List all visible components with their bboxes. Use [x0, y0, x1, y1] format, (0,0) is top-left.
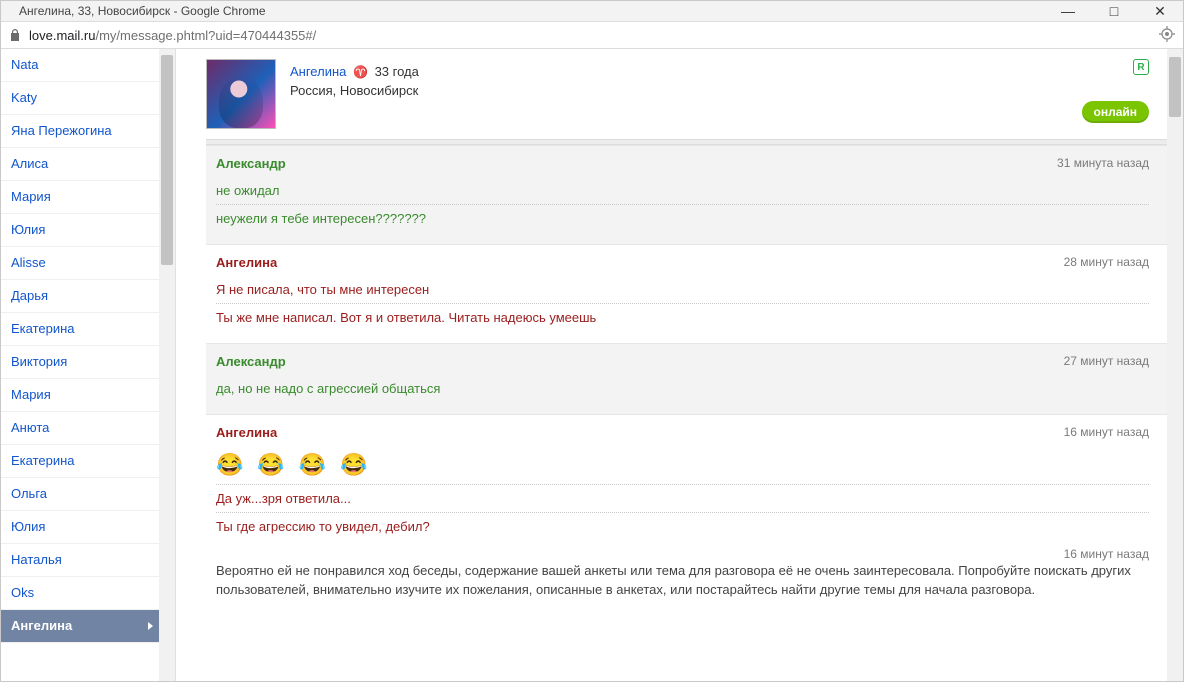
close-button[interactable]: ✕ — [1137, 1, 1183, 21]
profile-name-link[interactable]: Ангелина — [290, 64, 346, 79]
sidebar-item[interactable]: Nata — [1, 49, 159, 82]
sidebar-item[interactable]: Анюта — [1, 412, 159, 445]
profile-header: Ангелина ♈ 33 года Россия, Новосибирск R… — [206, 49, 1167, 139]
url-path: /my/message.phtml?uid=470444355#/ — [95, 28, 316, 43]
sidebar-item[interactable]: Юлия — [1, 511, 159, 544]
main-panel: Ангелина ♈ 33 года Россия, Новосибирск R… — [176, 49, 1183, 681]
main-scrollbar[interactable] — [1167, 49, 1183, 681]
conversation-thread[interactable]: Ангелина ♈ 33 года Россия, Новосибирск R… — [176, 49, 1167, 681]
message-sender: Александр — [216, 354, 1149, 369]
message: Ангелина28 минут назад Я не писала, что т… — [206, 245, 1167, 343]
profile-meta: Ангелина ♈ 33 года Россия, Новосибирск — [290, 59, 419, 101]
sidebar-item[interactable]: Katy — [1, 82, 159, 115]
lock-icon — [9, 28, 21, 42]
sidebar-item[interactable]: Alisse — [1, 247, 159, 280]
sidebar-item[interactable]: Виктория — [1, 346, 159, 379]
emoji-row: 😂😂😂😂 — [216, 446, 1149, 484]
window-controls: — □ ✕ — [1045, 1, 1183, 21]
message-line: неужели я тебе интересен??????? — [216, 204, 1149, 232]
message-line: Ты где агрессию то увидел, дебил? — [216, 512, 1149, 540]
location-target-icon[interactable] — [1159, 26, 1175, 45]
sidebar-item[interactable]: Алиса — [1, 148, 159, 181]
message-body: да, но не надо с агрессией общаться — [216, 375, 1149, 402]
minimize-button[interactable]: — — [1045, 1, 1091, 21]
sidebar-item[interactable]: Екатерина — [1, 445, 159, 478]
message: Александр27 минут назад да, но не надо с … — [206, 343, 1167, 415]
message-body: 😂😂😂😂Да уж...зря ответила...Ты где агресс… — [216, 446, 1149, 540]
sidebar-item[interactable]: Ольга — [1, 478, 159, 511]
url-host: love.mail.ru — [29, 28, 95, 43]
sidebar-item[interactable]: Oks — [1, 577, 159, 610]
message-sender: Ангелина — [216, 425, 1149, 440]
avatar[interactable] — [206, 59, 276, 129]
profile-age: 33 года — [375, 64, 419, 79]
message-time: 27 минут назад — [1064, 354, 1149, 368]
profile-header-right: R онлайн — [1082, 59, 1150, 123]
sidebar-item[interactable]: Дарья — [1, 280, 159, 313]
message-line: Да уж...зря ответила... — [216, 484, 1149, 512]
message-time: 28 минут назад — [1064, 255, 1149, 269]
sidebar-item[interactable]: Яна Пережогина — [1, 115, 159, 148]
app-window: Ангелина, 33, Новосибирск - Google Chrom… — [0, 0, 1184, 682]
address-bar: love.mail.ru/my/message.phtml?uid=470444… — [1, 21, 1183, 49]
messages-container: Александр31 минута назадне ожидалнеужели… — [206, 145, 1167, 552]
system-note-text: Вероятно ей не понравился ход беседы, со… — [216, 563, 1131, 597]
message-sender: Ангелина — [216, 255, 1149, 270]
sidebar-scroll-thumb[interactable] — [161, 55, 173, 265]
message-body: Я не писала, что ты мне интересенТы же м… — [216, 276, 1149, 331]
sidebar-item[interactable]: Мария — [1, 181, 159, 214]
message-line: да, но не надо с агрессией общаться — [216, 375, 1149, 402]
system-note-time: 16 минут назад — [1064, 546, 1149, 563]
system-note: 16 минут назад Вероятно ей не понравился… — [206, 552, 1167, 616]
message-time: 16 минут назад — [1064, 425, 1149, 439]
sidebar-item[interactable]: Екатерина — [1, 313, 159, 346]
profile-location: Россия, Новосибирск — [290, 82, 419, 101]
r-badge[interactable]: R — [1133, 59, 1149, 75]
sidebar-item[interactable]: Наталья — [1, 544, 159, 577]
window-title: Ангелина, 33, Новосибирск - Google Chrom… — [19, 4, 1177, 18]
online-status-pill: онлайн — [1082, 101, 1150, 123]
message-sender: Александр — [216, 156, 1149, 171]
message-body: не ожидалнеужели я тебе интересен??????? — [216, 177, 1149, 232]
message-line: Ты же мне написал. Вот я и ответила. Чит… — [216, 303, 1149, 331]
sidebar-scrollbar[interactable] — [159, 49, 175, 681]
main-scroll-thumb[interactable] — [1169, 57, 1181, 117]
sidebar-wrap: NataKatyЯна ПережогинаАлисаМарияЮлияAlis… — [1, 49, 176, 681]
message: Ангелина16 минут назад 😂😂😂😂Да уж...зря от… — [206, 415, 1167, 552]
sidebar-item[interactable]: Юлия — [1, 214, 159, 247]
message-time: 31 минута назад — [1057, 156, 1149, 170]
message-line: Я не писала, что ты мне интересен — [216, 276, 1149, 303]
message: Александр31 минута назад не ожидалнеужели… — [206, 145, 1167, 245]
contacts-sidebar[interactable]: NataKatyЯна ПережогинаАлисаМарияЮлияAlis… — [1, 49, 159, 681]
sidebar-item[interactable]: Мария — [1, 379, 159, 412]
window-titlebar: Ангелина, 33, Новосибирск - Google Chrom… — [1, 1, 1183, 21]
message-line: не ожидал — [216, 177, 1149, 204]
zodiac-icon: ♈ — [353, 65, 368, 79]
url-display[interactable]: love.mail.ru/my/message.phtml?uid=470444… — [29, 28, 316, 43]
maximize-button[interactable]: □ — [1091, 1, 1137, 21]
sidebar-item[interactable]: Ангелина — [1, 610, 159, 643]
content-area: NataKatyЯна ПережогинаАлисаМарияЮлияAlis… — [1, 49, 1183, 681]
